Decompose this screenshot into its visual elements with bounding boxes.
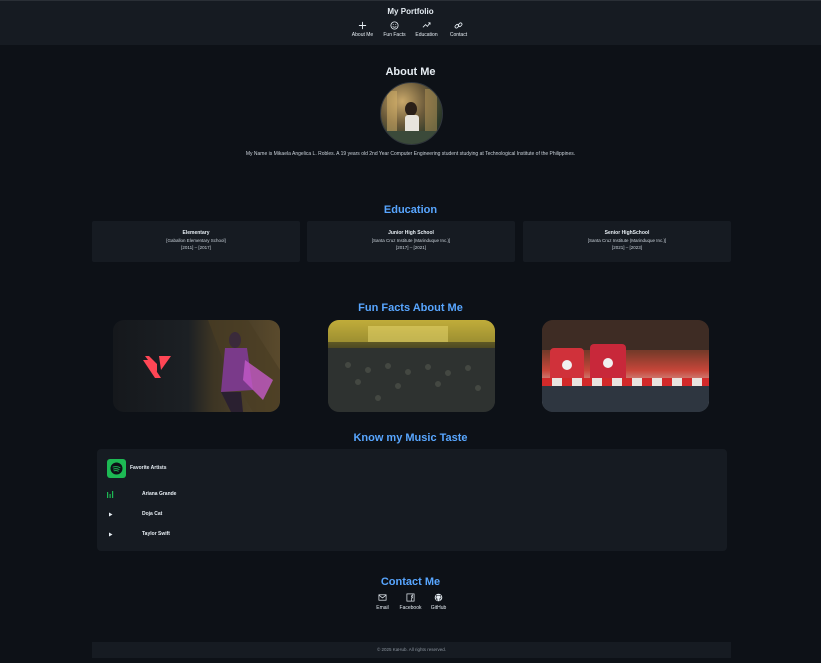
fun-facts-title: Fun Facts About Me [358,302,463,314]
plus-icon [358,21,367,30]
growth-icon [422,22,431,28]
about-title: About Me [385,66,436,78]
profile-photo [380,82,443,145]
education-level: Junior High School [388,230,434,236]
music-title: Know my Music Taste [353,432,468,444]
nav-about-me[interactable]: About Me [351,21,375,38]
contact-email-label: Email [376,605,389,611]
education-level: Elementary [182,230,210,236]
envelope-icon [378,594,387,601]
education-title: Education [383,204,438,216]
github-icon [434,593,443,602]
nav-fun-facts[interactable]: Fun Facts [383,21,407,38]
top-navbar: My Portfolio About Me Fun Facts Educatio… [0,0,821,45]
play-icon[interactable] [107,511,115,518]
fun-fact-image-concert [328,320,495,412]
contact-github-label: GitHub [430,605,447,611]
artist-name: Taylor Swift [142,531,170,537]
artist-row[interactable]: Taylor Swift [97,530,727,540]
chain-link-icon [454,22,463,29]
spotify-logo [107,459,126,478]
main-nav: About Me Fun Facts Education Contact [351,21,471,38]
play-icon[interactable] [107,531,115,538]
valorant-artwork [143,320,280,412]
fun-fact-image-f1 [542,320,709,412]
footer: © 2025 KaHub. All rights reserved. [92,642,731,658]
nav-education[interactable]: Education [415,21,439,38]
contact-title: Contact Me [380,576,441,588]
fun-fact-image-valorant [113,320,280,412]
contact-facebook-link[interactable]: Facebook [399,593,422,611]
contact-email-link[interactable]: Email [373,593,393,611]
nav-fun-facts-label: Fun Facts [383,32,406,38]
profile-photo-art [381,89,442,144]
education-card-senior-high: Senior HighSchool [Santa Cruz Institute … [523,221,731,262]
contact-facebook-label: Facebook [399,605,422,611]
about-description: My Name is Mikaela Angelica L. Robles. A… [245,151,576,157]
artist-row[interactable]: Doja Cat [97,510,727,520]
education-school: [Gaballon Elementary School] [166,238,226,243]
spotify-icon [110,462,123,475]
education-school: [Santa Cruz Institute (Marinduque Inc.)] [587,238,667,243]
f1-celebration-photo [542,320,709,412]
education-level: Senior HighSchool [604,230,650,236]
footer-copyright: © 2025 KaHub. All rights reserved. [376,647,447,652]
nav-contact-label: Contact [449,32,468,38]
artist-row[interactable]: Ariana Grande [97,490,727,500]
contact-github-link[interactable]: GitHub [429,593,449,611]
education-years: [2011] – [2017] [181,245,211,250]
nav-education-label: Education [415,32,438,38]
nav-contact[interactable]: Contact [447,21,471,38]
music-card: Favorite Artists Ariana Grande Doja Cat … [97,449,727,551]
nav-about-me-label: About Me [351,32,374,38]
artist-name: Ariana Grande [142,491,177,497]
artist-name: Doja Cat [142,511,163,517]
education-card-elementary: Elementary [Gaballon Elementary School] … [92,221,300,262]
education-years: [2017] – [2021] [395,245,427,250]
concert-crowd-photo [328,320,495,412]
education-school: [Santa Cruz Institute (Marinduque Inc.)] [371,238,451,243]
facebook-icon [406,593,415,602]
education-years: [2021] – [2023] [611,245,643,250]
contact-links: Email Facebook GitHub [0,593,821,611]
site-title: My Portfolio [387,7,434,16]
education-card-junior-high: Junior High School [Santa Cruz Institute… [307,221,515,262]
equalizer-icon [107,491,114,498]
smiley-icon [390,21,399,30]
favorite-artists-heading: Favorite Artists [130,465,167,471]
